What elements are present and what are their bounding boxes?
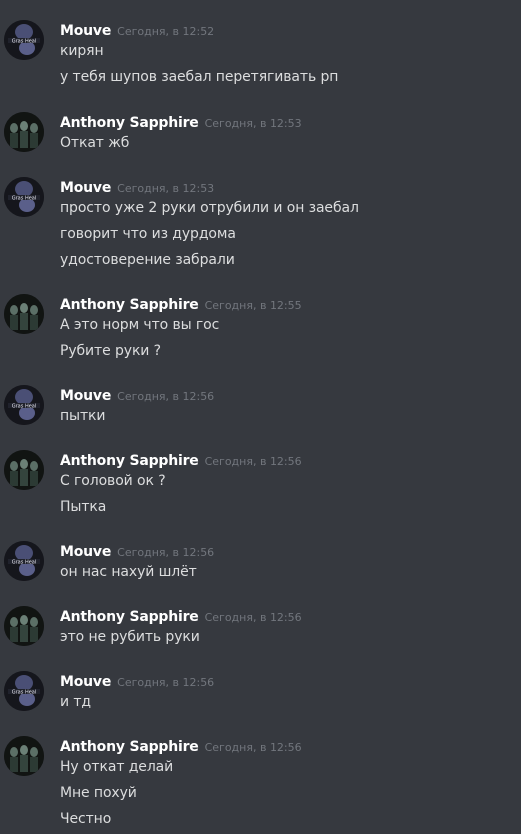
message-text: удостоверение забрали bbox=[60, 252, 235, 268]
message-text: говорит что из дурдома bbox=[60, 226, 236, 242]
message-header: Anthony Sapphire Сегодня, в 12:55 bbox=[60, 294, 302, 316]
anthony-avatar-icon bbox=[4, 606, 44, 646]
anthony-avatar-icon bbox=[4, 294, 44, 334]
chat-message-list[interactable]: Gras Heal Mouve Сегодня, в 12:52 кирян у … bbox=[0, 0, 521, 834]
author-name[interactable]: Anthony Sapphire bbox=[60, 115, 199, 131]
timestamp: Сегодня, в 12:56 bbox=[204, 611, 302, 624]
anthony-avatar-icon bbox=[4, 736, 44, 776]
timestamp: Сегодня, в 12:55 bbox=[204, 299, 302, 312]
author-name[interactable]: Anthony Sapphire bbox=[60, 297, 199, 313]
svg-text:Gras Heal: Gras Heal bbox=[12, 404, 36, 410]
svg-text:Gras Heal: Gras Heal bbox=[12, 690, 36, 696]
message-header: Mouve Сегодня, в 12:53 bbox=[60, 177, 214, 199]
anthony-avatar-icon bbox=[4, 450, 44, 490]
message-header: Anthony Sapphire Сегодня, в 12:56 bbox=[60, 606, 302, 628]
message-text: С головой ок ? bbox=[60, 473, 166, 489]
mouve-avatar-icon: Gras Heal bbox=[4, 541, 44, 581]
message-text: Ну откат делай bbox=[60, 759, 174, 775]
avatar[interactable] bbox=[4, 606, 44, 646]
timestamp: Сегодня, в 12:52 bbox=[117, 25, 215, 38]
message-text: Мне похуй bbox=[60, 785, 137, 801]
message-header: Mouve Сегодня, в 12:52 bbox=[60, 20, 214, 42]
mouve-avatar-icon: Gras Heal bbox=[4, 20, 44, 60]
avatar[interactable]: Gras Heal bbox=[4, 671, 44, 711]
avatar[interactable] bbox=[4, 450, 44, 490]
timestamp: Сегодня, в 12:56 bbox=[204, 741, 302, 754]
message-header: Anthony Sapphire Сегодня, в 12:56 bbox=[60, 736, 302, 758]
message-text: у тебя шупов заебал перетягивать рп bbox=[60, 69, 339, 85]
message-text: и тд bbox=[60, 694, 91, 710]
message-text: Честно bbox=[60, 811, 112, 827]
avatar[interactable]: Gras Heal bbox=[4, 541, 44, 581]
message-text: А это норм что вы гос bbox=[60, 317, 220, 333]
author-name[interactable]: Anthony Sapphire bbox=[60, 453, 199, 469]
author-name[interactable]: Mouve bbox=[60, 544, 111, 560]
mouve-avatar-icon: Gras Heal bbox=[4, 177, 44, 217]
avatar[interactable]: Gras Heal bbox=[4, 385, 44, 425]
message-header: Mouve Сегодня, в 12:56 bbox=[60, 541, 214, 563]
timestamp: Сегодня, в 12:56 bbox=[117, 390, 215, 403]
anthony-avatar-icon bbox=[4, 112, 44, 152]
message-text: Пытка bbox=[60, 499, 107, 515]
timestamp: Сегодня, в 12:56 bbox=[117, 546, 215, 559]
timestamp: Сегодня, в 12:56 bbox=[204, 455, 302, 468]
message-text: Откат жб bbox=[60, 135, 130, 151]
author-name[interactable]: Mouve bbox=[60, 180, 111, 196]
author-name[interactable]: Anthony Sapphire bbox=[60, 739, 199, 755]
message-text: он нас нахуй шлёт bbox=[60, 564, 197, 580]
timestamp: Сегодня, в 12:53 bbox=[117, 182, 215, 195]
avatar[interactable]: Gras Heal bbox=[4, 20, 44, 60]
message-header: Mouve Сегодня, в 12:56 bbox=[60, 671, 214, 693]
message-text: Рубите руки ? bbox=[60, 343, 161, 359]
timestamp: Сегодня, в 12:53 bbox=[204, 117, 302, 130]
avatar[interactable] bbox=[4, 112, 44, 152]
svg-text:Gras Heal: Gras Heal bbox=[12, 39, 36, 45]
message-text: пытки bbox=[60, 408, 106, 424]
author-name[interactable]: Mouve bbox=[60, 23, 111, 39]
message-text: кирян bbox=[60, 43, 104, 59]
message-text: это не рубить руки bbox=[60, 629, 200, 645]
timestamp: Сегодня, в 12:56 bbox=[117, 676, 215, 689]
author-name[interactable]: Mouve bbox=[60, 674, 111, 690]
avatar[interactable] bbox=[4, 736, 44, 776]
mouve-avatar-icon: Gras Heal bbox=[4, 671, 44, 711]
svg-text:Gras Heal: Gras Heal bbox=[12, 196, 36, 202]
message-header: Anthony Sapphire Сегодня, в 12:56 bbox=[60, 450, 302, 472]
author-name[interactable]: Mouve bbox=[60, 388, 111, 404]
message-text: просто уже 2 руки отрубили и он заебал bbox=[60, 200, 359, 216]
svg-text:Gras Heal: Gras Heal bbox=[12, 560, 36, 566]
message-header: Mouve Сегодня, в 12:56 bbox=[60, 385, 214, 407]
author-name[interactable]: Anthony Sapphire bbox=[60, 609, 199, 625]
avatar[interactable] bbox=[4, 294, 44, 334]
message-header: Anthony Sapphire Сегодня, в 12:53 bbox=[60, 112, 302, 134]
mouve-avatar-icon: Gras Heal bbox=[4, 385, 44, 425]
avatar[interactable]: Gras Heal bbox=[4, 177, 44, 217]
